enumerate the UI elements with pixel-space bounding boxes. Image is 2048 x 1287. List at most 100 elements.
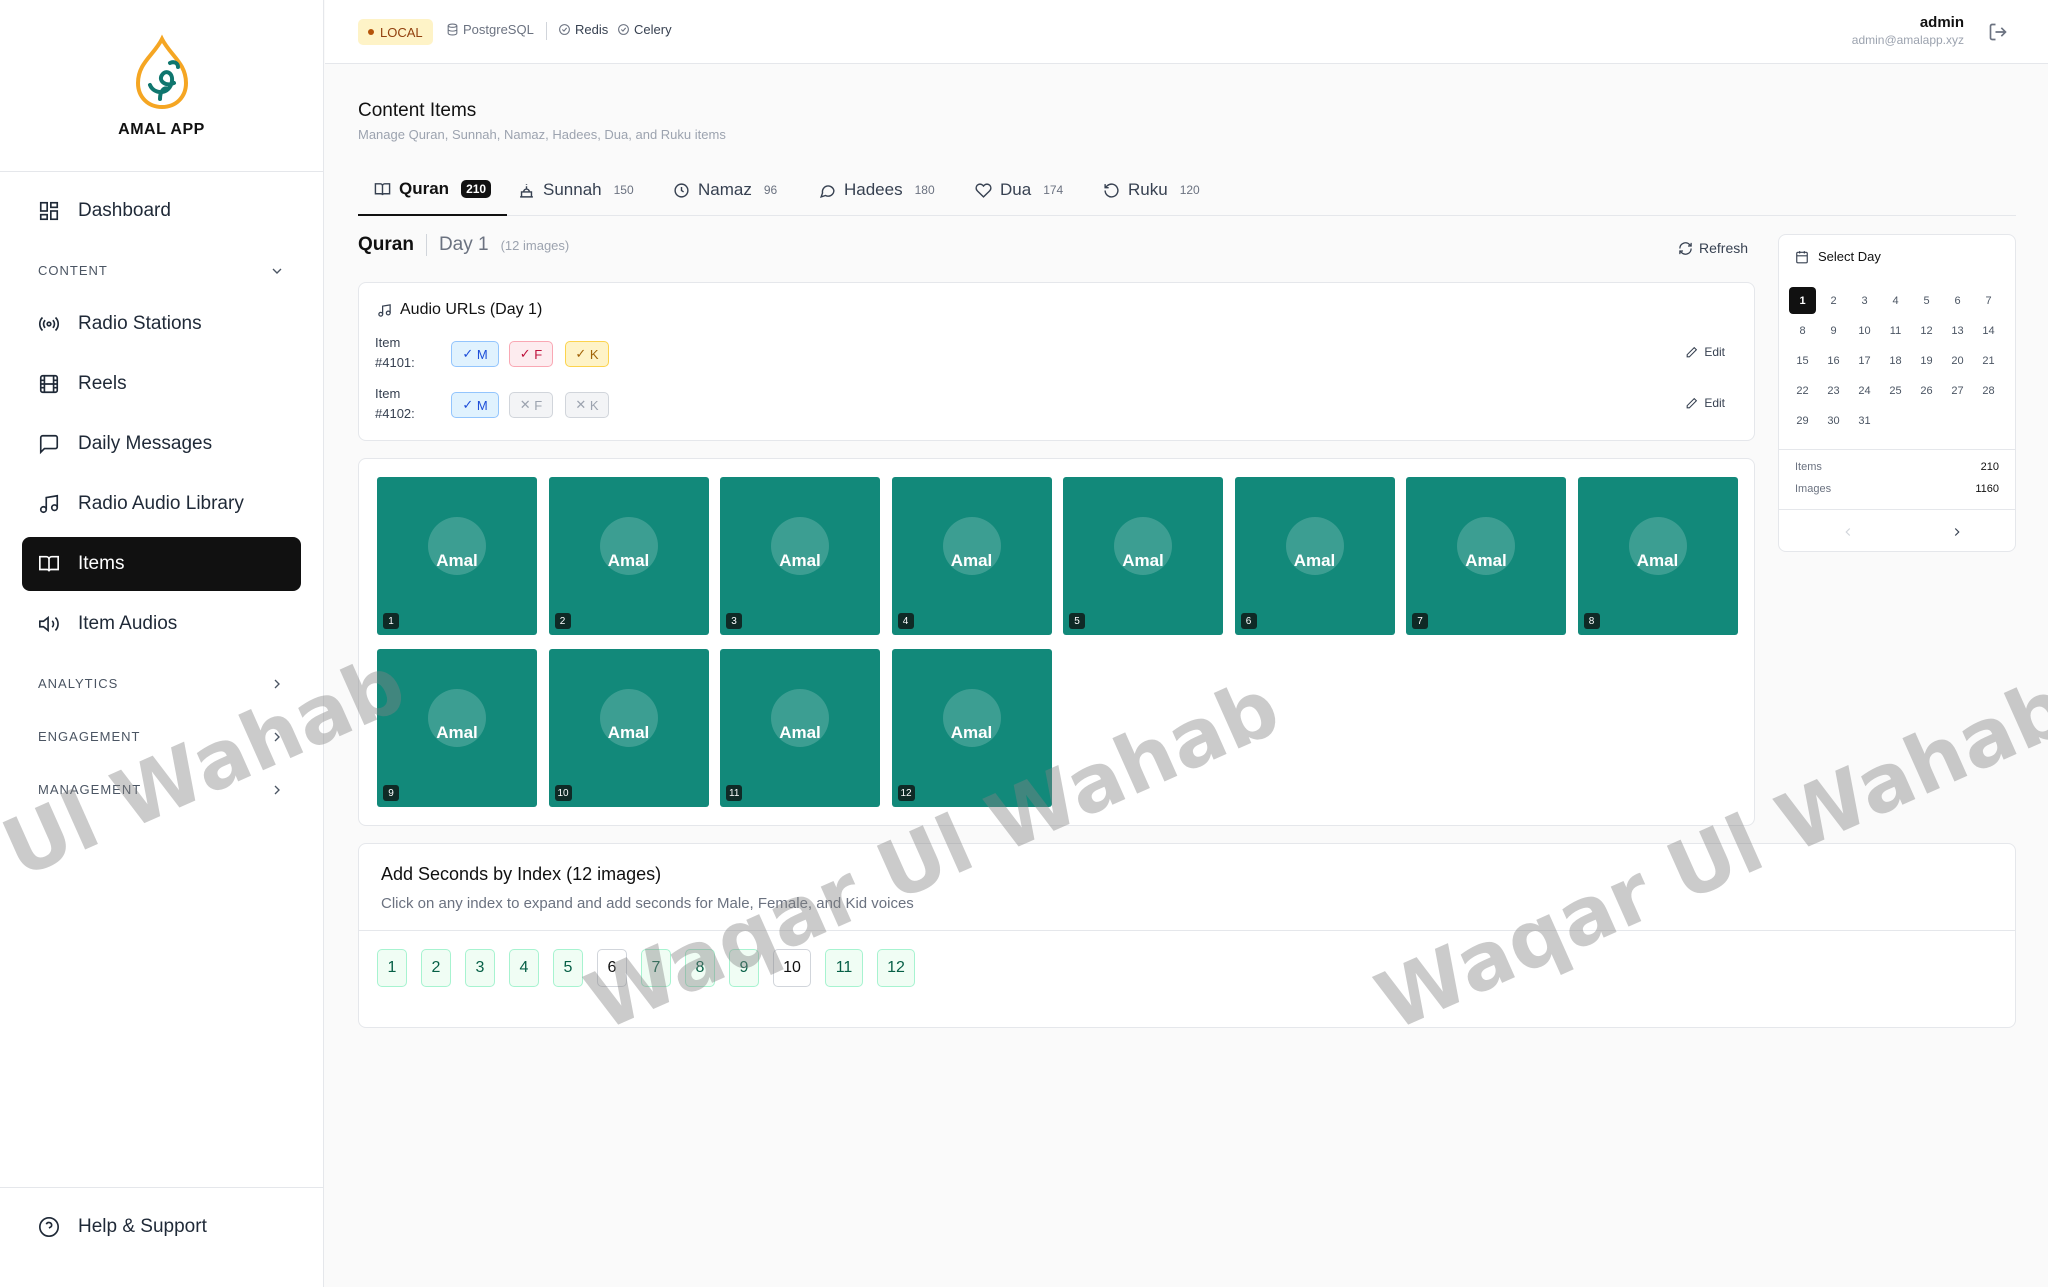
index-button[interactable]: 3 [465, 949, 495, 987]
refresh-button[interactable]: Refresh [1678, 240, 1748, 256]
logout-icon[interactable] [1988, 22, 2008, 42]
female-audio-chip[interactable]: ✓ F [509, 341, 553, 367]
database-icon [447, 23, 458, 36]
calendar-day[interactable]: 13 [1944, 317, 1971, 344]
calendar-day[interactable]: 17 [1851, 347, 1878, 374]
image-tile[interactable]: Amal 7 [1406, 477, 1566, 635]
tab-hadees[interactable]: Hadees 180 [819, 164, 935, 216]
calendar-day[interactable]: 18 [1882, 347, 1909, 374]
image-tile[interactable]: Amal 4 [891, 477, 1052, 635]
check-icon: ✓ [519, 346, 535, 361]
calendar-day[interactable]: 21 [1975, 347, 2002, 374]
tab-dua[interactable]: Dua 174 [975, 164, 1063, 216]
calendar-day[interactable]: 8 [1789, 317, 1816, 344]
calendar-day[interactable]: 30 [1820, 407, 1847, 434]
index-button[interactable]: 1 [377, 949, 407, 987]
calendar-day[interactable]: 15 [1789, 347, 1816, 374]
sidebar-item-radio-audio-library[interactable]: Radio Audio Library [22, 477, 301, 531]
tab-count: 180 [914, 183, 935, 197]
calendar-day[interactable]: 3 [1851, 287, 1878, 314]
calendar-day[interactable]: 25 [1882, 377, 1909, 404]
calendar-day[interactable]: 5 [1913, 287, 1940, 314]
calendar-day[interactable]: 31 [1851, 407, 1878, 434]
image-tile[interactable]: Amal 3 [720, 477, 880, 635]
chevron-right-icon[interactable] [1950, 525, 1964, 539]
calendar-day[interactable]: 16 [1820, 347, 1847, 374]
app-logo[interactable]: AMAL APP [0, 0, 323, 172]
music-icon [378, 303, 391, 317]
calendar-day[interactable]: 22 [1789, 377, 1816, 404]
edit-button[interactable]: Edit [1685, 345, 1725, 359]
help-support-link[interactable]: Help & Support [22, 1200, 302, 1254]
index-button[interactable]: 4 [509, 949, 539, 987]
section-engagement-toggle[interactable]: ENGAGEMENT [22, 710, 301, 763]
kid-audio-chip[interactable]: ✓ K [565, 341, 609, 367]
user-name: admin [1919, 14, 1964, 31]
image-tile[interactable]: Amal 9 [377, 649, 537, 807]
tile-text: Amal [436, 551, 478, 570]
index-button[interactable]: 8 [685, 949, 715, 987]
image-tile[interactable]: Amal 11 [720, 649, 880, 807]
calendar-day[interactable]: 14 [1975, 317, 2002, 344]
section-analytics-toggle[interactable]: ANALYTICS [22, 657, 301, 710]
index-button[interactable]: 10 [773, 949, 811, 987]
calendar-day[interactable]: 20 [1944, 347, 1971, 374]
chevron-right-icon [274, 732, 280, 741]
edit-button[interactable]: Edit [1685, 396, 1725, 410]
index-button[interactable]: 6 [597, 949, 627, 987]
kid-audio-chip[interactable]: ✕ K [565, 392, 609, 418]
calendar-day[interactable]: 28 [1975, 377, 2002, 404]
tab-ruku[interactable]: Ruku 120 [1103, 164, 1200, 216]
image-grid: Amal 1 Amal 2 Amal 3 Amal 4 Amal 5 Amal 6 Amal 7 Amal 8… [358, 458, 1755, 826]
image-tile[interactable]: Amal 6 [1234, 477, 1395, 635]
image-tile[interactable]: Amal 10 [548, 649, 709, 807]
index-button[interactable]: 11 [825, 949, 863, 987]
image-tile[interactable]: Amal 1 [377, 477, 537, 635]
env-label: LOCAL [380, 24, 423, 40]
male-audio-chip[interactable]: ✓ M [451, 392, 499, 418]
tab-namaz[interactable]: Namaz 96 [673, 164, 777, 216]
image-tile[interactable]: Amal 8 [1577, 477, 1738, 635]
index-button[interactable]: 2 [421, 949, 451, 987]
calendar-day[interactable]: 12 [1913, 317, 1940, 344]
calendar-day[interactable]: 10 [1851, 317, 1878, 344]
sidebar-item-items[interactable]: Items [22, 537, 301, 591]
tab-label: Hadees [844, 180, 903, 199]
calendar-day[interactable]: 4 [1882, 287, 1909, 314]
index-button[interactable]: 9 [729, 949, 759, 987]
section-content-toggle[interactable]: CONTENT [22, 244, 301, 297]
tab-sunnah[interactable]: Sunnah 150 [518, 164, 634, 216]
book-icon [39, 555, 59, 572]
section-management-toggle[interactable]: MANAGEMENT [22, 763, 301, 816]
male-audio-chip[interactable]: ✓ M [451, 341, 499, 367]
calendar-day[interactable]: 7 [1975, 287, 2002, 314]
calendar-day[interactable]: 2 [1820, 287, 1847, 314]
calendar-day[interactable]: 11 [1882, 317, 1909, 344]
sidebar-item-daily-messages[interactable]: Daily Messages [22, 417, 301, 471]
index-button[interactable]: 5 [553, 949, 583, 987]
tile-text: Amal [779, 723, 821, 742]
calendar-day[interactable]: 29 [1789, 407, 1816, 434]
calendar-day[interactable]: 24 [1851, 377, 1878, 404]
sidebar-item-reels[interactable]: Reels [22, 357, 301, 411]
image-tile[interactable]: Amal 12 [891, 649, 1052, 807]
calendar-day[interactable]: 1 [1789, 287, 1816, 314]
image-tile[interactable]: Amal 5 [1063, 477, 1223, 635]
tile-text: Amal [1465, 551, 1507, 570]
calendar-day[interactable]: 23 [1820, 377, 1847, 404]
chevron-left-icon[interactable] [1841, 525, 1855, 539]
sidebar-item-radio-stations[interactable]: Radio Stations [22, 297, 301, 351]
calendar-day[interactable]: 27 [1944, 377, 1971, 404]
calendar-day[interactable]: 6 [1944, 287, 1971, 314]
index-button[interactable]: 7 [641, 949, 671, 987]
image-tile[interactable]: Amal 2 [548, 477, 709, 635]
sidebar-item-label: Radio Audio Library [78, 493, 244, 514]
sidebar-item-item-audios[interactable]: Item Audios [22, 597, 301, 651]
tab-quran[interactable]: Quran 210 [358, 164, 508, 216]
calendar-day[interactable]: 9 [1820, 317, 1847, 344]
sidebar-item-dashboard[interactable]: Dashboard [22, 184, 301, 238]
calendar-day[interactable]: 19 [1913, 347, 1940, 374]
index-button[interactable]: 12 [877, 949, 915, 987]
calendar-day[interactable]: 26 [1913, 377, 1940, 404]
female-audio-chip[interactable]: ✕ F [509, 392, 553, 418]
